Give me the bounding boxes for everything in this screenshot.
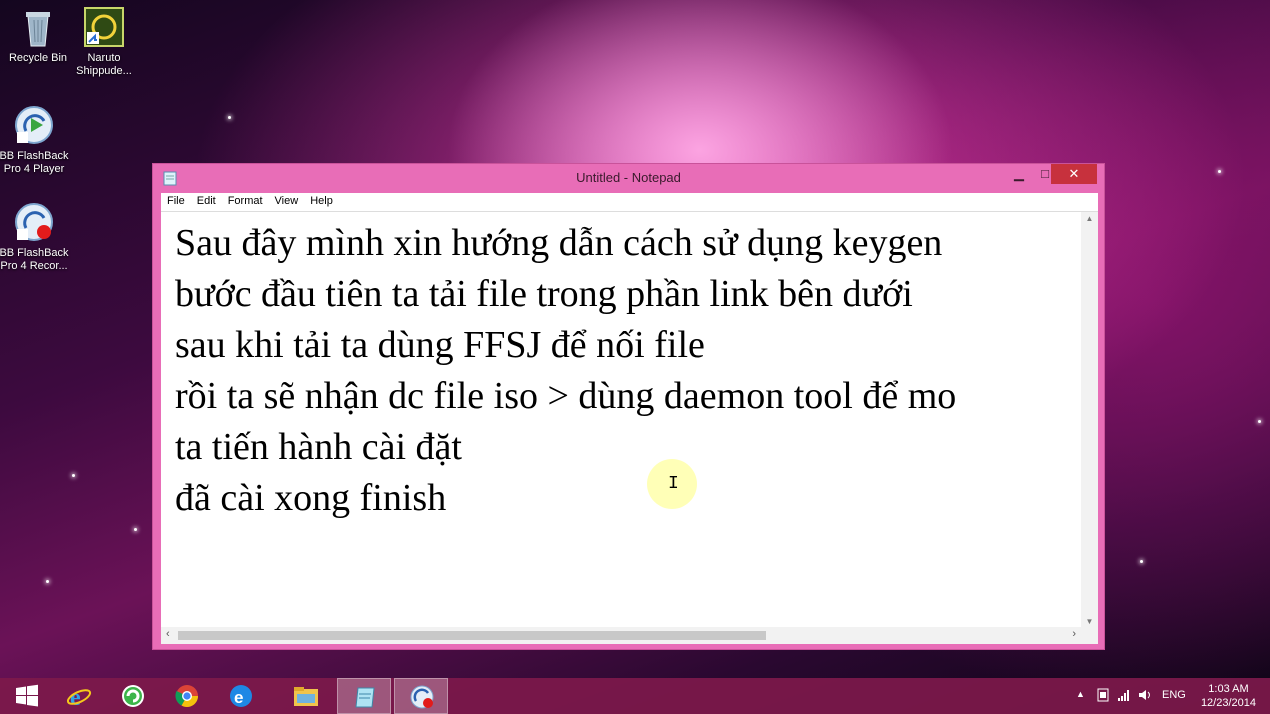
taskbar-bb-flashback[interactable] [394,678,448,714]
desktop-icon-bb-recorder[interactable]: BB FlashBack Pro 4 Recor... [0,201,72,273]
desktop-icon-label: Naruto Shippude... [76,52,132,77]
menu-file[interactable]: File [161,193,191,207]
star [1218,170,1221,173]
star [1140,560,1143,563]
scroll-left-icon[interactable]: ‹ [166,628,170,640]
close-button[interactable]: ✕ [1051,164,1097,184]
notepad-window[interactable]: Untitled - Notepad ▁ □ ✕ File Edit Format V… [152,163,1105,650]
star [46,580,49,583]
taskbar-ie-alt[interactable]: e [214,678,268,714]
scroll-up-icon[interactable]: ▲ [1081,214,1098,223]
menu-view[interactable]: View [269,193,305,207]
star [72,474,75,477]
resize-grip[interactable] [1081,627,1098,644]
recycle-bin-icon [26,12,50,47]
window-title: Untitled - Notepad [576,170,681,185]
windows-logo-icon [16,684,38,707]
coc-coc-browser-icon [122,685,144,707]
desktop-icon-naruto[interactable]: Naruto Shippude... [66,6,142,78]
menu-help[interactable]: Help [304,193,339,207]
clock-date: 12/23/2014 [1200,697,1256,709]
system-clock[interactable]: 1:03 AM 12/23/2014 [1201,682,1256,710]
taskbar-chrome[interactable] [160,678,214,714]
text-editor[interactable]: Sau đây mình xin hướng dẫn cách sử dụng … [161,211,1098,628]
desktop-icon-label: BB FlashBack Pro 4 Player [0,150,69,175]
star [134,528,137,531]
clock-time: 1:03 AM [1208,683,1249,695]
folder-icon [294,687,318,706]
menu-edit[interactable]: Edit [191,193,222,207]
document-text[interactable]: Sau đây mình xin hướng dẫn cách sử dụng … [175,218,956,524]
horizontal-scrollbar[interactable]: ‹ › [161,627,1081,644]
notepad-taskbar-icon [355,687,375,708]
menu-format[interactable]: Format [222,193,269,207]
system-tray: ▲ ENG 1:03 AM 12/23/2014 [1070,678,1270,714]
minimize-button[interactable]: ▁ [1005,164,1033,184]
horizontal-scroll-thumb[interactable] [178,631,766,640]
input-language[interactable]: ENG [1162,689,1186,701]
ie-browser-icon: e [230,685,252,707]
taskbar-internet-explorer[interactable]: e [52,678,106,714]
star [228,116,231,119]
taskbar-file-explorer[interactable] [278,678,332,714]
bb-flashback-taskbar-icon [410,685,434,709]
svg-text:e: e [234,688,243,707]
menu-bar: File Edit Format View Help [161,193,1098,211]
vertical-scrollbar[interactable]: ▲ ▼ [1081,212,1098,628]
desktop-icon-bb-player[interactable]: BB FlashBack Pro 4 Player [0,104,72,176]
scroll-down-icon[interactable]: ▼ [1081,617,1098,626]
start-button[interactable] [0,678,54,714]
desktop-icon-label: Recycle Bin [8,52,68,64]
volume-icon[interactable] [1138,688,1152,702]
scroll-right-icon[interactable]: › [1072,628,1076,640]
desktop-icon-recycle-bin[interactable]: Recycle Bin [0,6,76,65]
network-signal-icon[interactable] [1117,688,1131,702]
taskbar: e e ▲ ENG 1:03 AM 12/23/2014 [0,678,1270,714]
bb-flashback-player-icon [15,106,53,144]
internet-explorer-icon: e [66,685,92,709]
desktop-icon-label: BB FlashBack Pro 4 Recor... [0,247,69,272]
taskbar-coc-coc[interactable] [106,678,160,714]
bb-flashback-recorder-icon [15,203,53,241]
star [1258,420,1261,423]
taskbar-notepad[interactable] [337,678,391,714]
text-cursor-icon: I [668,474,679,494]
chrome-icon [175,685,198,707]
naruto-game-icon [84,7,124,47]
show-hidden-icons-icon[interactable]: ▲ [1076,689,1085,699]
svg-text:e: e [70,685,81,709]
title-bar[interactable]: Untitled - Notepad ▁ □ ✕ [153,164,1104,192]
action-center-icon[interactable] [1096,688,1110,702]
